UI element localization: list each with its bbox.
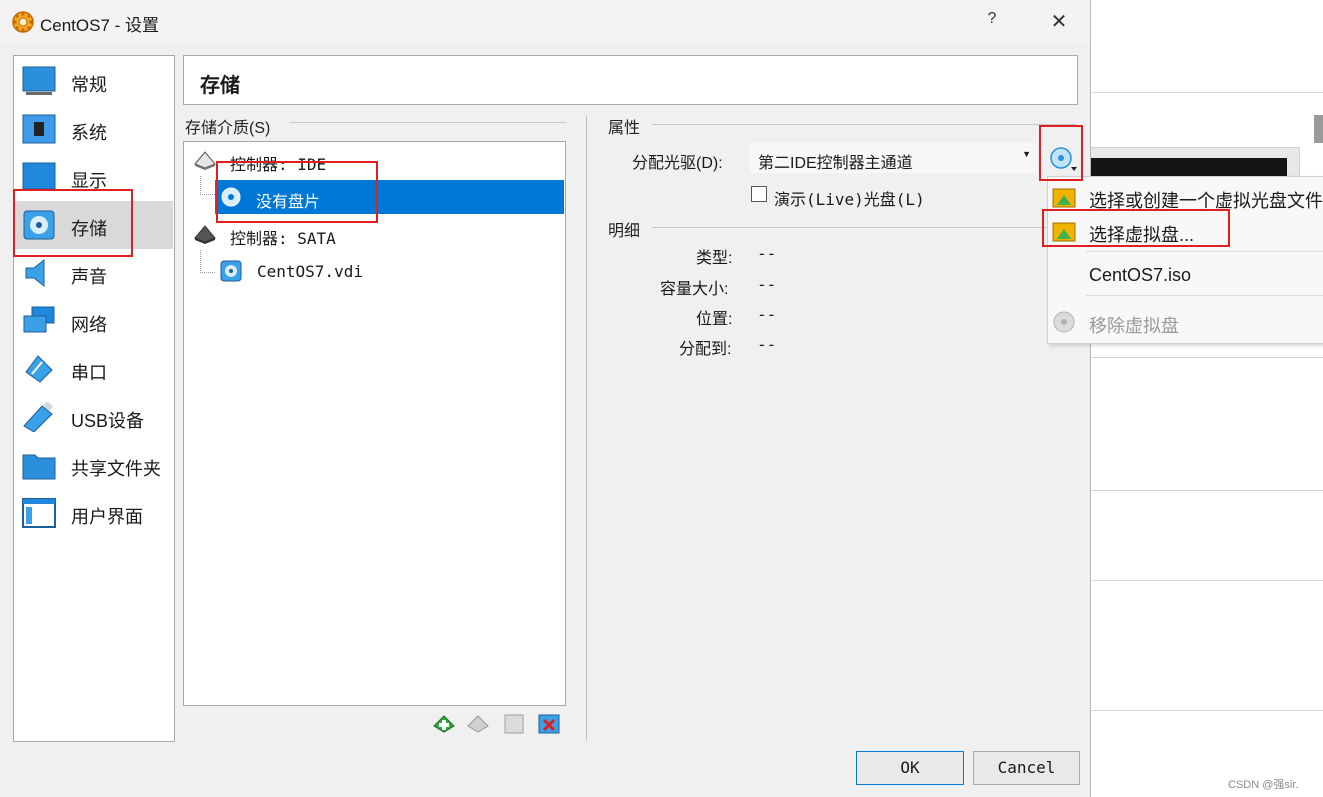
tree-row-vdi[interactable]: CentOS7.vdi — [215, 254, 564, 288]
folder-icon — [22, 454, 56, 480]
detail-value-attached: -- — [757, 335, 777, 354]
menu-label: CentOS7.iso — [1089, 265, 1192, 285]
details-group-label: 明细 — [608, 217, 649, 241]
highlight-box — [1039, 125, 1083, 181]
storage-group-label: 存储介质(S) — [185, 114, 279, 138]
cancel-button[interactable]: Cancel — [973, 751, 1080, 785]
monitor-general-icon — [22, 66, 56, 95]
nav-item-general[interactable]: 常规 — [15, 57, 173, 105]
help-button[interactable]: ? — [980, 10, 1004, 34]
close-button[interactable]: ✕ — [1045, 8, 1073, 36]
tree-connector — [200, 176, 215, 195]
details-group-line — [652, 227, 1076, 228]
drive-label: 分配光驱(D): — [632, 155, 723, 172]
nav-item-network[interactable]: 网络 — [15, 297, 173, 345]
nav-label: 用户界面 — [71, 507, 143, 527]
attributes-group-label: 属性 — [608, 114, 649, 138]
add-attachment-icon[interactable] — [502, 712, 526, 736]
nav-item-serial[interactable]: 串口 — [15, 345, 173, 393]
detail-label-type: 类型: — [696, 250, 733, 267]
disc-menu: 选择或创建一个虚拟光盘文件 选择虚拟盘... CentOS7.iso 移除虚拟盘 — [1047, 176, 1323, 344]
serial-port-icon — [25, 355, 53, 383]
live-cd-checkbox[interactable] — [751, 186, 767, 202]
storage-group-line — [290, 122, 566, 123]
window-layout-icon — [22, 498, 56, 528]
page-header: 存储 — [183, 55, 1078, 105]
menu-label: 移除虚拟盘 — [1089, 316, 1179, 336]
detail-value-type: -- — [757, 244, 777, 263]
usb-icon — [23, 402, 53, 432]
nav-item-system[interactable]: 系统 — [15, 105, 173, 153]
nav-label: 常规 — [71, 75, 107, 95]
menu-item-iso[interactable]: CentOS7.iso — [1048, 255, 1323, 295]
menu-separator — [1086, 295, 1323, 296]
detail-value-location: -- — [757, 305, 777, 324]
settings-dialog: CentOS7 - 设置 ? ✕ 常规 系统 显示 存储 声音 网络 串口 US… — [0, 0, 1091, 797]
live-cd-label: 演示(Live)光盘(L) — [774, 190, 925, 209]
nav-label: 系统 — [71, 123, 107, 143]
tree-connector — [200, 250, 215, 273]
remove-disc-icon — [1053, 311, 1075, 333]
ide-controller-icon — [194, 151, 216, 170]
hard-disk-icon — [220, 260, 242, 282]
chevron-down-icon: ▼ — [1022, 149, 1031, 159]
add-controller-icon[interactable] — [432, 712, 456, 736]
detail-label-attached: 分配到: — [679, 341, 732, 358]
nav-label: 串口 — [71, 363, 107, 383]
network-icon — [23, 306, 55, 333]
nav-label: 网络 — [71, 315, 107, 335]
title-bar: CentOS7 - 设置 ? ✕ — [0, 0, 1090, 44]
storage-tree: 控制器: IDE 没有盘片 控制器: SATA CentOS7.vdi — [183, 141, 566, 706]
highlight-box — [13, 189, 133, 257]
window-title: CentOS7 - 设置 — [40, 16, 160, 35]
menu-item-remove-disk[interactable]: 移除虚拟盘 — [1048, 302, 1323, 342]
detail-label-size: 容量大小: — [660, 281, 729, 298]
background-scrollbar — [1314, 115, 1323, 143]
nav-item-user-interface[interactable]: 用户界面 — [15, 489, 173, 537]
nav-item-usb[interactable]: USB设备 — [15, 393, 173, 441]
highlight-box — [216, 161, 378, 223]
nav-label: 声音 — [71, 267, 107, 287]
display-icon — [22, 162, 56, 190]
background-window — [1090, 0, 1323, 797]
sata-controller-icon — [194, 225, 216, 244]
folder-open-icon — [1052, 188, 1076, 208]
tree-label: CentOS7.vdi — [257, 262, 363, 281]
panel-separator — [586, 116, 587, 741]
chip-icon — [22, 114, 56, 144]
highlight-box — [1042, 209, 1230, 247]
watermark: CSDN @强sir. — [1228, 779, 1299, 791]
detail-label-location: 位置: — [696, 311, 733, 328]
remove-controller-icon[interactable] — [466, 712, 490, 736]
tree-label: 控制器: SATA — [230, 229, 336, 248]
nav-label: 共享文件夹 — [71, 459, 161, 479]
detail-value-size: -- — [757, 275, 777, 294]
attributes-group-line — [652, 124, 1076, 125]
menu-separator — [1086, 251, 1323, 252]
remove-attachment-icon[interactable] — [537, 712, 561, 736]
speaker-icon — [25, 258, 45, 288]
settings-nav: 常规 系统 显示 存储 声音 网络 串口 USB设备 共享文件夹 用户界面 — [13, 55, 175, 742]
nav-label: USB设备 — [71, 411, 145, 431]
page-title: 存储 — [200, 75, 240, 97]
optical-drive-select[interactable]: 第二IDE控制器主通道 ▼ — [750, 143, 1037, 173]
drive-value: 第二IDE控制器主通道 — [758, 155, 913, 172]
nav-item-shared-folders[interactable]: 共享文件夹 — [15, 441, 173, 489]
virtualbox-gear-icon — [12, 11, 34, 33]
ok-button[interactable]: OK — [856, 751, 964, 785]
